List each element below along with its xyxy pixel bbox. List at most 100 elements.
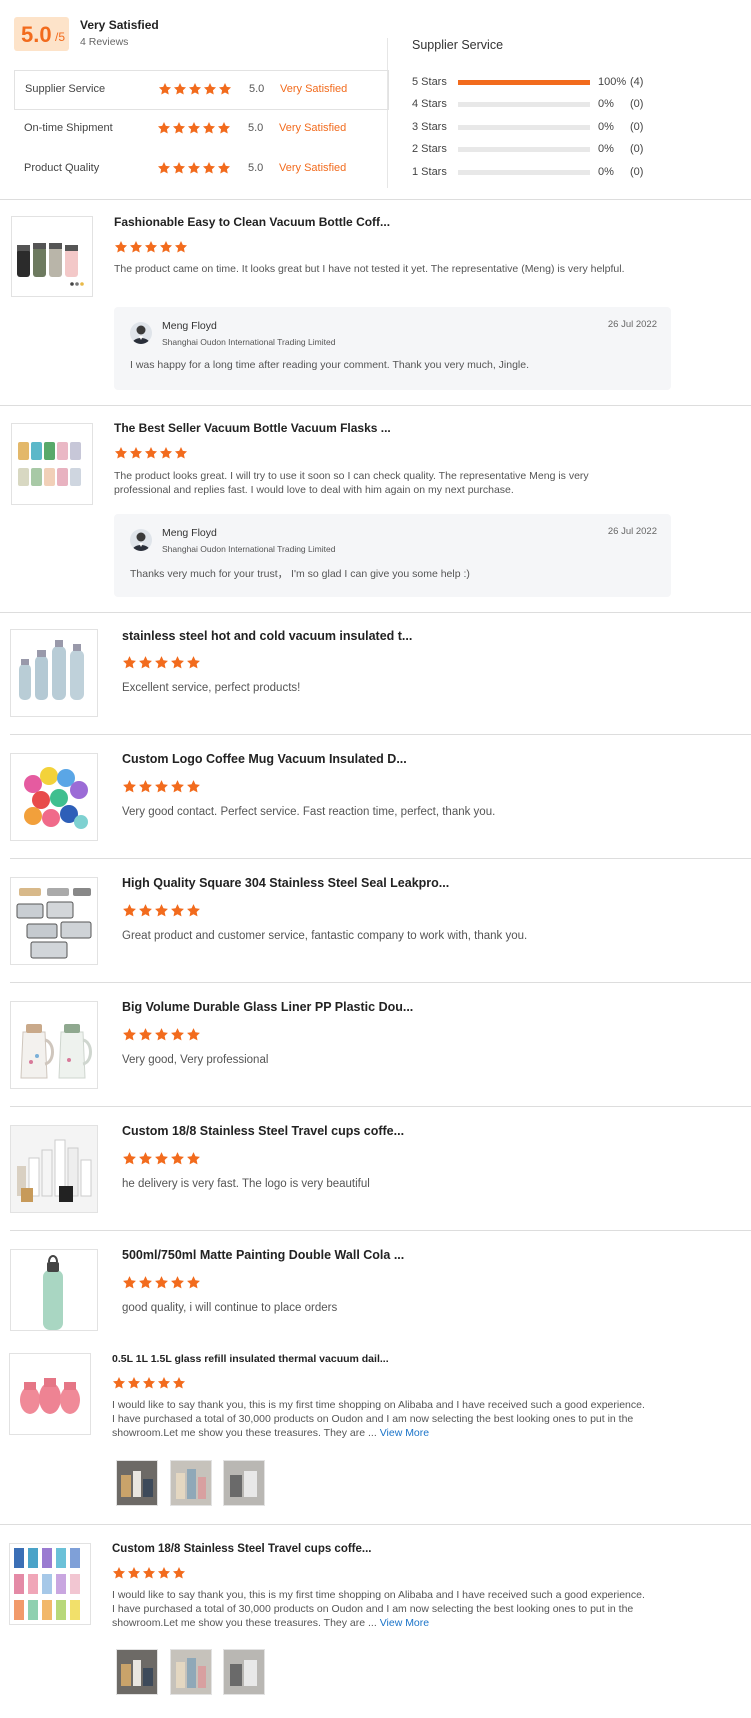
star-icon <box>112 1376 126 1390</box>
product-thumbnail[interactable] <box>11 216 93 297</box>
review-text-content: I would like to say thank you, this is m… <box>112 1399 645 1439</box>
divider <box>10 858 751 859</box>
distribution-percent: 0% <box>598 98 614 110</box>
star-icon <box>154 903 169 918</box>
summary-divider <box>387 38 388 188</box>
product-thumbnail[interactable] <box>10 1001 98 1089</box>
summary-row-value: 5.0 <box>248 162 264 174</box>
avatar <box>130 322 152 344</box>
star-icon <box>129 240 143 254</box>
star-icon <box>114 446 128 460</box>
summary-row-text: Very Satisfied <box>279 122 347 134</box>
star-icon <box>157 1566 171 1580</box>
distribution-bar <box>458 147 590 152</box>
view-more-link[interactable]: View More <box>380 1617 429 1629</box>
divider <box>0 199 751 200</box>
summary-row-value: 5.0 <box>249 83 265 95</box>
review-star-rating <box>122 1151 202 1171</box>
star-icon <box>203 82 217 96</box>
star-icon <box>144 240 158 254</box>
product-thumbnail[interactable] <box>9 1353 91 1435</box>
review-text: Very good contact. Perfect service. Fast… <box>122 806 496 818</box>
product-thumbnail[interactable] <box>10 1125 98 1213</box>
review-text-content: I would like to say thank you, this is m… <box>112 1589 645 1629</box>
star-icon <box>112 1566 126 1580</box>
review-product-title[interactable]: The Best Seller Vacuum Bottle Vacuum Fla… <box>114 421 391 435</box>
divider <box>0 612 751 613</box>
review-star-rating <box>122 903 202 923</box>
review-text: The product looks great. I will try to u… <box>114 470 589 496</box>
product-thumbnail[interactable] <box>10 629 98 717</box>
star-icon <box>202 161 216 175</box>
star-icon <box>122 1275 137 1290</box>
distribution-bar <box>458 102 590 107</box>
review-product-title[interactable]: 500ml/750ml Matte Painting Double Wall C… <box>122 1248 404 1262</box>
summary-row-label: Supplier Service <box>25 83 106 95</box>
product-thumbnail[interactable] <box>10 753 98 841</box>
summary-row-product-quality: Product Quality 5.0 Very Satisfied <box>14 150 387 188</box>
reply-company: Shanghai Oudon International Trading Lim… <box>162 337 336 347</box>
product-thumbnail[interactable] <box>10 1249 98 1331</box>
review-photo[interactable] <box>223 1460 265 1506</box>
review-star-rating <box>122 779 202 799</box>
star-icon <box>217 161 231 175</box>
review-product-title[interactable]: 0.5L 1L 1.5L glass refill insulated ther… <box>112 1353 389 1365</box>
review-photo[interactable] <box>116 1649 158 1695</box>
summary-row-supplier-service: Supplier Service 5.0 Very Satisfied <box>14 70 389 110</box>
star-icon <box>202 121 216 135</box>
star-icon <box>122 1027 137 1042</box>
star-icon <box>174 446 188 460</box>
star-icon <box>142 1566 156 1580</box>
review-text: I would like to say thank you, this is m… <box>112 1398 646 1440</box>
review-product-title[interactable]: Fashionable Easy to Clean Vacuum Bottle … <box>114 215 390 229</box>
distribution-percent: 0% <box>598 143 614 155</box>
review-photo[interactable] <box>116 1460 158 1506</box>
star-icon <box>129 446 143 460</box>
star-icon <box>217 121 231 135</box>
distribution-row-5: 5 Stars 100% (4) <box>412 74 712 92</box>
review-product-title[interactable]: Big Volume Durable Glass Liner PP Plasti… <box>122 1000 413 1014</box>
review-star-rating <box>122 655 202 675</box>
review-product-title[interactable]: Custom 18/8 Stainless Steel Travel cups … <box>112 1543 372 1555</box>
review-text: Excellent service, perfect products! <box>122 682 301 694</box>
star-icon <box>122 903 137 918</box>
star-icon <box>170 779 185 794</box>
reply-date: 26 Jul 2022 <box>607 319 657 330</box>
product-thumbnail[interactable] <box>9 1543 91 1625</box>
distribution-percent: 0% <box>598 121 614 133</box>
reply-text: Thanks very much for your trust， I'm so … <box>130 568 470 580</box>
review-product-title[interactable]: High Quality Square 304 Stainless Steel … <box>122 876 449 890</box>
supplier-reply: Meng Floyd Shanghai Oudon International … <box>114 514 671 597</box>
reply-text: I was happy for a long time after readin… <box>130 359 529 371</box>
review-photo[interactable] <box>170 1460 212 1506</box>
star-icon <box>187 161 201 175</box>
divider <box>0 1524 751 1525</box>
star-rating <box>157 121 232 138</box>
star-icon <box>159 240 173 254</box>
review-product-title[interactable]: stainless steel hot and cold vacuum insu… <box>122 629 412 643</box>
product-thumbnail[interactable] <box>11 423 93 505</box>
distribution-row-3: 3 Stars 0% (0) <box>412 119 712 137</box>
distribution-count: (4) <box>630 76 644 88</box>
review-product-title[interactable]: Custom 18/8 Stainless Steel Travel cups … <box>122 1124 404 1138</box>
divider <box>10 734 751 735</box>
overall-label: Very Satisfied <box>80 18 159 32</box>
summary-row-label: On-time Shipment <box>24 122 113 134</box>
distribution-row-4: 4 Stars 0% (0) <box>412 96 712 114</box>
review-photo[interactable] <box>223 1649 265 1695</box>
product-thumbnail[interactable] <box>10 877 98 965</box>
star-icon <box>114 240 128 254</box>
review-product-title[interactable]: Custom Logo Coffee Mug Vacuum Insulated … <box>122 752 407 766</box>
view-more-link[interactable]: View More <box>380 1427 429 1439</box>
divider <box>10 1230 751 1231</box>
star-icon <box>138 903 153 918</box>
star-icon <box>170 1151 185 1166</box>
review-photo[interactable] <box>170 1649 212 1695</box>
distribution-percent: 100% <box>598 76 627 88</box>
star-icon <box>157 121 171 135</box>
star-icon <box>170 1027 185 1042</box>
review-text: he delivery is very fast. The logo is ve… <box>122 1178 370 1190</box>
star-icon <box>187 121 201 135</box>
star-icon <box>138 1275 153 1290</box>
star-icon <box>127 1566 141 1580</box>
